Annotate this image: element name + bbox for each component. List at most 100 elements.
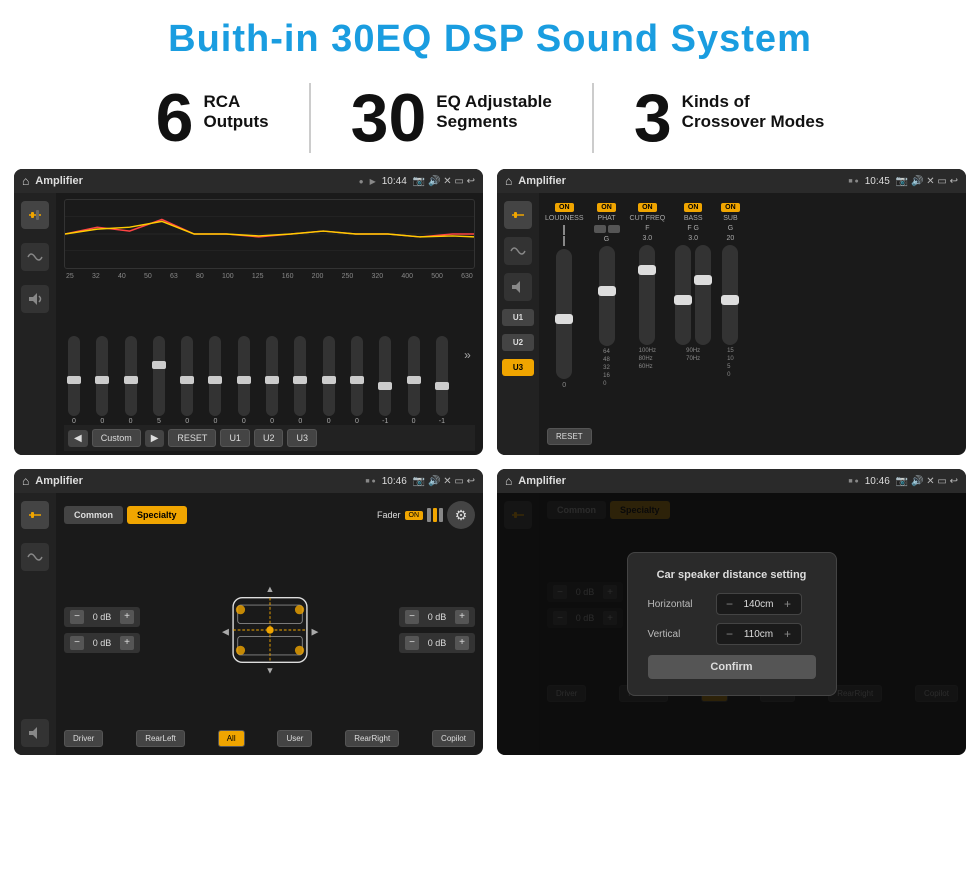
eq-icon2[interactable] <box>504 201 532 229</box>
stat-crossover-label2: Crossover Modes <box>682 112 825 132</box>
u1-preset[interactable]: U1 <box>502 309 534 326</box>
home-icon2[interactable]: ⌂ <box>505 174 512 188</box>
eq-slider-2: 0 <box>125 336 137 425</box>
driver-btn[interactable]: Driver <box>64 730 103 747</box>
eq-slider-5: 0 <box>209 336 221 425</box>
screen-speaker-dialog: ⌂ Amplifier ■ ● 10:46 📷 🔊 ✕ ▭ ↩ <box>497 469 966 755</box>
eq-u1-btn[interactable]: U1 <box>220 429 250 447</box>
eq-custom-btn[interactable]: Custom <box>92 429 141 447</box>
stat-rca: 6 RCA Outputs <box>116 84 309 152</box>
wave-icon3[interactable] <box>21 543 49 571</box>
left-bottom-plus[interactable]: + <box>120 636 134 650</box>
svg-text:▲: ▲ <box>265 584 274 594</box>
phat-slider[interactable] <box>599 246 615 346</box>
screen1-content: 25 32 40 50 63 80 100 125 160 200 250 32… <box>14 193 483 455</box>
copilot-btn[interactable]: Copilot <box>432 730 475 747</box>
settings-icon[interactable]: ⚙ <box>447 501 475 529</box>
home-icon[interactable]: ⌂ <box>22 174 29 188</box>
eq-slider-12: 0 <box>408 336 420 425</box>
rearright-btn[interactable]: RearRight <box>345 730 399 747</box>
loudness-label: LOUDNESS <box>545 215 584 222</box>
eq-icon[interactable] <box>21 201 49 229</box>
phat-control: ON PHAT G 644832160 <box>594 203 620 416</box>
screen3-sidebar <box>14 493 56 755</box>
eq-u3-btn[interactable]: U3 <box>287 429 317 447</box>
eq-reset-btn[interactable]: RESET <box>168 429 216 447</box>
rearleft-btn[interactable]: RearLeft <box>136 730 185 747</box>
left-bottom-minus[interactable]: − <box>70 636 84 650</box>
screen3-time: 10:46 <box>382 476 407 487</box>
vertical-plus-btn[interactable]: + <box>781 627 795 641</box>
right-bottom-minus[interactable]: − <box>405 636 419 650</box>
confirm-button[interactable]: Confirm <box>648 655 816 679</box>
all-btn[interactable]: All <box>218 730 245 747</box>
stats-row: 6 RCA Outputs 30 EQ Adjustable Segments … <box>0 73 980 169</box>
amp-reset-btn[interactable]: RESET <box>547 428 592 445</box>
sub-slider[interactable] <box>722 245 738 345</box>
bass-control: ON BASS F G 3.0 9 <box>675 203 711 416</box>
user-btn[interactable]: User <box>277 730 312 747</box>
u2-preset[interactable]: U2 <box>502 334 534 351</box>
stat-rca-label1: RCA <box>203 92 268 112</box>
phat-label: PHAT <box>597 215 615 222</box>
specialty-tab[interactable]: Specialty <box>127 506 187 524</box>
cutfreq-label: CUT FREQ <box>630 215 666 222</box>
horizontal-minus-btn[interactable]: − <box>723 597 737 611</box>
wave-icon[interactable] <box>21 243 49 271</box>
right-top-plus[interactable]: + <box>455 610 469 624</box>
eq-icon3[interactable] <box>21 501 49 529</box>
left-top-plus[interactable]: + <box>120 610 134 624</box>
fader-on-badge[interactable]: ON <box>405 511 424 520</box>
eq-sliders: 0 0 0 5 0 <box>64 284 475 425</box>
sub-on[interactable]: ON <box>721 203 740 212</box>
right-bottom-plus[interactable]: + <box>455 636 469 650</box>
left-top-minus[interactable]: − <box>70 610 84 624</box>
left-db-controls: − 0 dB + − 0 dB + <box>64 535 140 724</box>
eq-prev-btn[interactable]: ◀ <box>68 430 88 447</box>
dialog-title: Car speaker distance setting <box>648 569 816 581</box>
eq-graph <box>64 199 475 269</box>
vertical-value: 110cm <box>741 629 777 640</box>
loudness-slider[interactable] <box>556 249 572 379</box>
u3-preset[interactable]: U3 <box>502 359 534 376</box>
screen1-play: ▶ <box>370 177 376 186</box>
page-title: Buith-in 30EQ DSP Sound System <box>0 0 980 73</box>
volume-icon2[interactable] <box>504 273 532 301</box>
bass-slider-f[interactable] <box>675 245 691 345</box>
screen1-time: 10:44 <box>382 176 407 187</box>
screen4-time: 10:46 <box>865 476 890 487</box>
amp-main: ON LOUDNESS 0 ON PHAT <box>539 193 966 455</box>
cutfreq-on[interactable]: ON <box>638 203 657 212</box>
phat-on[interactable]: ON <box>597 203 616 212</box>
bass-slider-g[interactable] <box>695 245 711 345</box>
vertical-minus-btn[interactable]: − <box>723 627 737 641</box>
horizontal-control: − 140cm + <box>716 593 802 615</box>
stat-eq-number: 30 <box>351 84 427 152</box>
screen2-sidebar: U1 U2 U3 <box>497 193 539 455</box>
eq-next-btn[interactable]: ▶ <box>145 430 165 447</box>
eq-slider-6: 0 <box>238 336 250 425</box>
bass-on[interactable]: ON <box>684 203 703 212</box>
volume-icon[interactable] <box>21 285 49 313</box>
eq-main: 25 32 40 50 63 80 100 125 160 200 250 32… <box>56 193 483 455</box>
eq-u2-btn[interactable]: U2 <box>254 429 284 447</box>
horizontal-plus-btn[interactable]: + <box>781 597 795 611</box>
home-icon3[interactable]: ⌂ <box>22 474 29 488</box>
volume-icon3[interactable] <box>21 719 49 747</box>
wave-icon2[interactable] <box>504 237 532 265</box>
common-tab[interactable]: Common <box>64 506 123 524</box>
screen3-icons: 📷 🔊 ✕ ▭ ↩ <box>413 476 475 487</box>
loudness-control: ON LOUDNESS 0 <box>545 203 584 416</box>
screen4-title: Amplifier <box>518 475 842 487</box>
eq-bottom-bar: ◀ Custom ▶ RESET U1 U2 U3 <box>64 425 475 451</box>
right-top-minus[interactable]: − <box>405 610 419 624</box>
right-db-controls: − 0 dB + − 0 dB + <box>399 535 475 724</box>
stat-crossover-label1: Kinds of <box>682 92 825 112</box>
screen-amplifier: ⌂ Amplifier ■ ● 10:45 📷 🔊 ✕ ▭ ↩ <box>497 169 966 455</box>
cutfreq-slider[interactable] <box>639 245 655 345</box>
screen1-topbar: ⌂ Amplifier ● ▶ 10:44 📷 🔊 ✕ ▭ ↩ <box>14 169 483 193</box>
eq-slider-10: 0 <box>351 336 363 425</box>
loudness-on[interactable]: ON <box>555 203 574 212</box>
screen3-dots: ■ ● <box>365 478 375 485</box>
home-icon4[interactable]: ⌂ <box>505 474 512 488</box>
